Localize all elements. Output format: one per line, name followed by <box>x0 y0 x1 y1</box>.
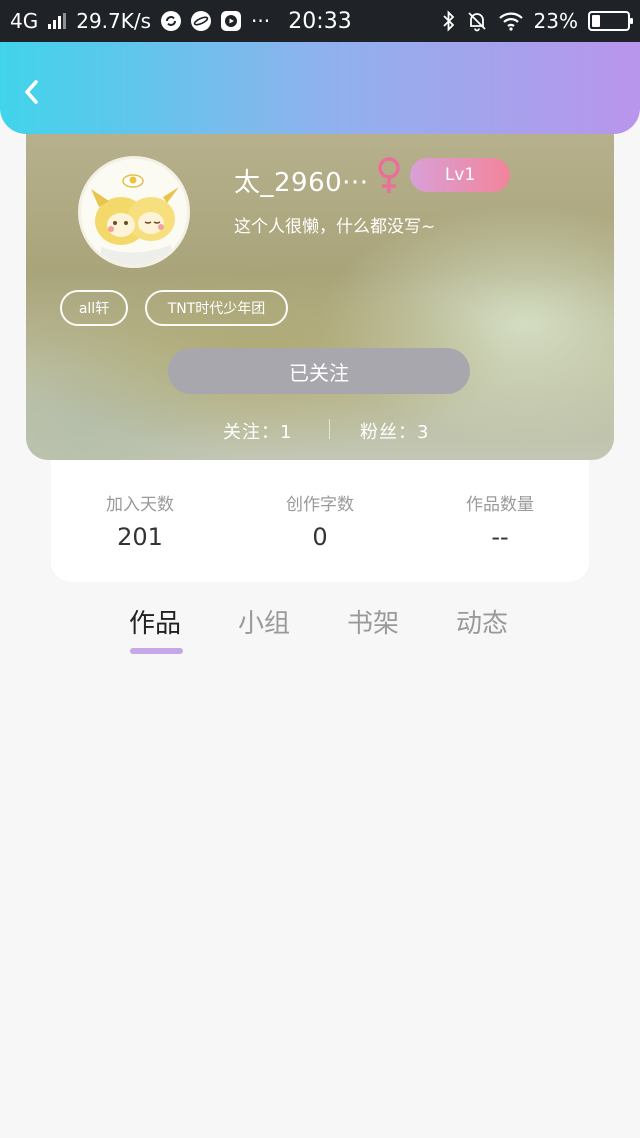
avatar[interactable] <box>78 156 190 268</box>
tab-activity[interactable]: 动态 <box>456 603 508 640</box>
tab-bookshelf[interactable]: 书架 <box>347 603 399 640</box>
profile-page: 4G 29.7K/s ··· 20:33 23% 太_2960··· Lv1 这… <box>0 0 640 1138</box>
battery-icon <box>588 11 633 31</box>
bluetooth-icon <box>442 10 456 32</box>
tab-works[interactable]: 作品 <box>129 603 181 640</box>
battery-percent: 23% <box>533 9 578 33</box>
battery-level <box>592 15 600 27</box>
stat-label: 加入天数 <box>106 495 174 515</box>
sync-icon <box>161 11 182 31</box>
network-speed: 29.7K/s <box>76 9 152 33</box>
tab-groups[interactable]: 小组 <box>238 603 290 640</box>
bio-text: 这个人很懒，什么都没写~ <box>234 217 436 237</box>
username: 太_2960··· <box>234 168 369 198</box>
level-badge: Lv1 <box>410 158 510 192</box>
clock: 20:33 <box>288 8 352 34</box>
stat-label: 作品数量 <box>466 495 534 515</box>
mute-bell-icon <box>466 10 488 32</box>
stat-value: -- <box>491 523 509 551</box>
tag-chip[interactable]: TNT时代少年团 <box>145 290 288 326</box>
stats-card: 加入天数 201 创作字数 0 作品数量 -- <box>51 460 589 582</box>
stat-word-count: 创作字数 0 <box>250 490 390 551</box>
stat-value: 201 <box>117 523 163 551</box>
header-bar <box>0 42 640 134</box>
active-tab-indicator <box>130 648 183 654</box>
profile-card: 太_2960··· Lv1 这个人很懒，什么都没写~ all轩 TNT时代少年团… <box>26 120 614 460</box>
network-type: 4G <box>10 9 39 33</box>
avatar-image <box>81 159 187 265</box>
signal-icon <box>48 13 67 29</box>
following-count[interactable]: 关注：1 <box>223 418 292 444</box>
female-icon <box>378 157 400 193</box>
followed-button[interactable]: 已关注 <box>168 348 470 394</box>
status-bar: 4G 29.7K/s ··· 20:33 23% <box>0 0 640 42</box>
more-notifications: ··· <box>251 9 271 33</box>
wifi-icon <box>498 11 524 31</box>
stats-divider <box>329 419 330 439</box>
back-button[interactable] <box>12 72 52 112</box>
stat-join-days: 加入天数 201 <box>70 490 210 551</box>
stat-value: 0 <box>312 523 328 551</box>
stat-label: 创作字数 <box>286 495 354 515</box>
status-left: 4G 29.7K/s ··· <box>10 0 270 42</box>
chevron-left-icon <box>25 80 38 104</box>
planet-icon <box>191 11 212 31</box>
fans-count[interactable]: 粉丝：3 <box>360 418 429 444</box>
play-icon <box>221 11 242 31</box>
tag-chip[interactable]: all轩 <box>60 290 128 326</box>
status-right: 23% <box>442 0 633 42</box>
stat-works-count: 作品数量 -- <box>430 490 570 551</box>
